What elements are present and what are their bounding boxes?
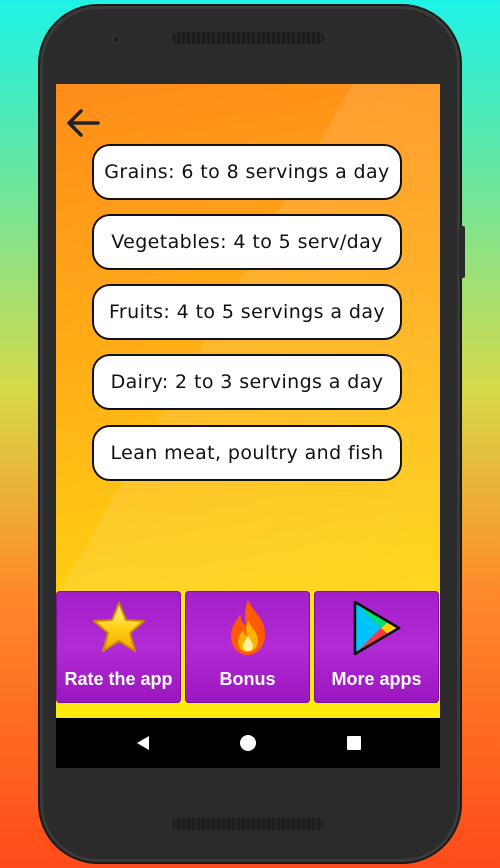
- rate-app-label: Rate the app: [64, 669, 173, 689]
- flame-icon: [230, 600, 265, 655]
- front-camera: [112, 35, 121, 44]
- recents-square-icon: [347, 736, 361, 750]
- more-apps-button[interactable]: More apps: [314, 591, 439, 703]
- list-item-vegetables[interactable]: Vegetables: 4 to 5 serv/day: [92, 214, 402, 270]
- list-item-grains[interactable]: Grains: 6 to 8 servings a day: [92, 144, 402, 200]
- bonus-button[interactable]: Bonus: [185, 591, 310, 703]
- top-speaker: [172, 32, 324, 44]
- system-recents-button[interactable]: [329, 718, 379, 768]
- list-item-fruits[interactable]: Fruits: 4 to 5 servings a day: [92, 284, 402, 340]
- list-item-label: Vegetables: 4 to 5 serv/day: [111, 231, 383, 253]
- home-circle-icon: [240, 735, 256, 751]
- more-apps-label: More apps: [331, 669, 422, 689]
- list-item-dairy[interactable]: Dairy: 2 to 3 servings a day: [92, 354, 402, 410]
- system-navigation-bar: [56, 718, 440, 768]
- bottom-action-bar: Rate the app Bonus More apps: [56, 591, 440, 717]
- back-triangle-icon: [137, 736, 149, 750]
- bonus-label: Bonus: [219, 669, 276, 689]
- list-item-label: Fruits: 4 to 5 servings a day: [108, 301, 386, 323]
- play-store-icon: [353, 600, 400, 656]
- power-button: [459, 226, 465, 278]
- phone-frame: Grains: 6 to 8 servings a day Vegetables…: [40, 6, 465, 862]
- bottom-speaker: [172, 818, 324, 830]
- system-home-button[interactable]: [223, 718, 273, 768]
- rate-app-button[interactable]: Rate the app: [56, 591, 181, 703]
- list-item-label: Lean meat, poultry and fish: [110, 442, 384, 464]
- list-item-label: Dairy: 2 to 3 servings a day: [110, 371, 384, 393]
- arrow-left-icon: [67, 109, 100, 137]
- list-item-label: Grains: 6 to 8 servings a day: [104, 161, 390, 183]
- app-screen: Grains: 6 to 8 servings a day Vegetables…: [56, 84, 440, 768]
- system-back-button[interactable]: [118, 718, 168, 768]
- back-button[interactable]: [64, 106, 102, 140]
- star-icon: [92, 602, 145, 652]
- list-item-lean-meat[interactable]: Lean meat, poultry and fish: [92, 425, 402, 481]
